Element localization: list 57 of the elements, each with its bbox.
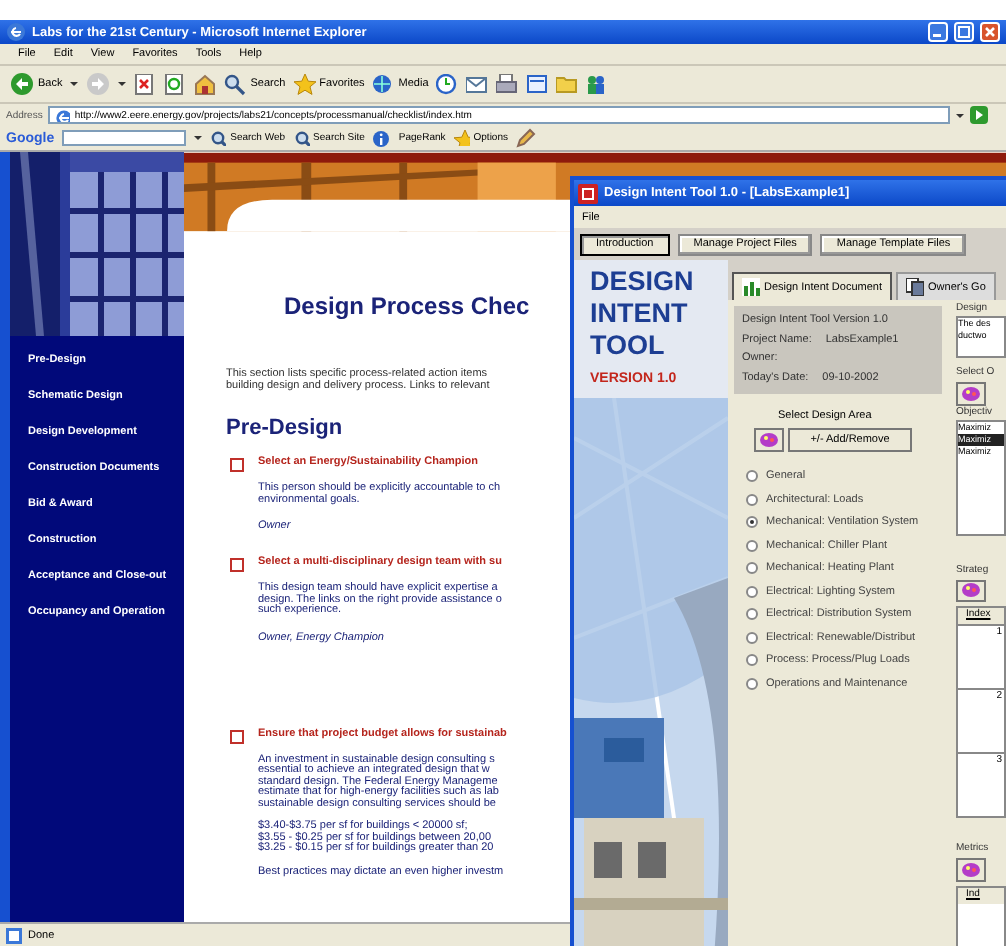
go-icon[interactable] — [970, 106, 988, 124]
checkbox[interactable] — [230, 458, 244, 472]
search-field[interactable] — [62, 130, 187, 146]
radio-button[interactable] — [746, 677, 758, 689]
star-icon[interactable] — [293, 73, 316, 95]
people-icon[interactable] — [586, 73, 609, 95]
page-icon — [6, 927, 22, 943]
radio-button[interactable] — [746, 585, 758, 597]
info-icon[interactable] — [372, 129, 391, 147]
checkbox[interactable] — [230, 729, 244, 743]
radio-button[interactable] — [746, 493, 758, 505]
palette-button[interactable] — [956, 382, 986, 406]
bar-chart-icon[interactable] — [742, 278, 760, 296]
palette-icon — [962, 386, 980, 403]
palette-icon — [962, 582, 980, 599]
documents-icon[interactable] — [906, 278, 925, 296]
star-icon — [453, 130, 470, 146]
radio-button[interactable] — [746, 539, 758, 551]
minimize-icon[interactable] — [928, 22, 948, 42]
radio-button[interactable] — [746, 516, 758, 528]
palette-button[interactable] — [956, 579, 986, 603]
radio-button[interactable] — [746, 470, 758, 482]
pencil-icon[interactable] — [516, 128, 536, 148]
app-icon — [578, 183, 598, 203]
section-heading: Pre-Design — [226, 416, 343, 440]
caret-icon[interactable] — [118, 82, 127, 86]
clock-icon[interactable] — [436, 73, 459, 95]
page-heading: Design Process Chec — [284, 292, 530, 320]
search-icon[interactable] — [224, 73, 247, 95]
caret-icon[interactable] — [70, 82, 79, 86]
palette-button[interactable] — [956, 857, 986, 882]
stop-icon[interactable] — [134, 73, 157, 95]
caret-icon[interactable] — [956, 113, 964, 117]
palette-icon — [962, 861, 980, 878]
palette-icon — [760, 432, 778, 448]
palette-button[interactable] — [754, 428, 784, 452]
folder-icon[interactable] — [556, 73, 579, 95]
browser-icon — [6, 22, 26, 42]
mail-icon[interactable] — [466, 73, 489, 95]
printer-icon[interactable] — [496, 73, 519, 95]
page-icon — [54, 108, 71, 122]
maximize-icon[interactable] — [954, 22, 974, 42]
home-icon[interactable] — [194, 73, 217, 95]
radio-button[interactable] — [746, 654, 758, 666]
radio-button[interactable] — [746, 608, 758, 620]
radio-button[interactable] — [746, 562, 758, 574]
back-icon[interactable] — [10, 72, 34, 96]
caret-icon[interactable] — [194, 136, 203, 140]
search-icon — [210, 130, 227, 146]
radio-button[interactable] — [746, 631, 758, 643]
search-icon — [293, 130, 310, 146]
close-icon[interactable] — [980, 22, 1000, 42]
globe-icon[interactable] — [372, 73, 395, 95]
document-icon[interactable] — [526, 73, 549, 95]
checkbox[interactable] — [230, 558, 244, 572]
logo-text: DESIGN INTENT TOOL — [588, 264, 696, 362]
refresh-icon[interactable] — [164, 73, 187, 95]
